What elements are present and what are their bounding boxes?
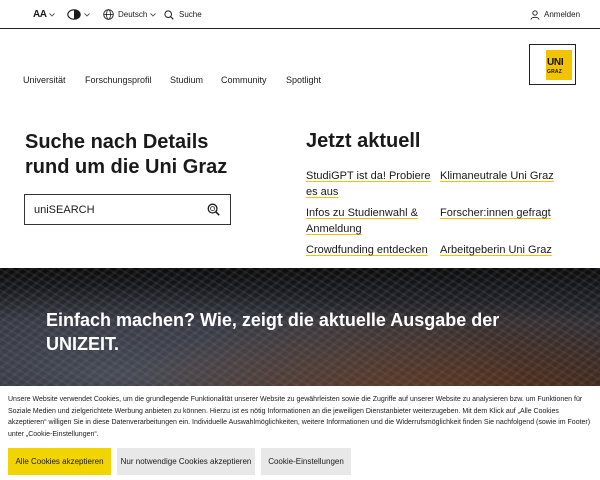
- nav-item-spotlight[interactable]: Spotlight: [286, 75, 321, 85]
- chevron-down-icon: [49, 12, 56, 17]
- font-size-label: AA: [33, 9, 47, 20]
- nav-item-studium[interactable]: Studium: [170, 75, 203, 85]
- news-link-forscher[interactable]: Forscher:innen gefragt: [440, 205, 570, 221]
- uni-graz-logo[interactable]: UNI GRAZ: [529, 44, 576, 85]
- unisearch-input[interactable]: uniSEARCH: [24, 194, 231, 225]
- news-link-arbeitgeberin[interactable]: Arbeitgeberin Uni Graz: [440, 242, 570, 258]
- news-heading: Jetzt aktuell: [306, 130, 421, 152]
- top-bar: AA Deutsch Suche Anmelden: [0, 0, 600, 29]
- accept-all-cookies-button[interactable]: Alle Cookies akzeptieren: [8, 448, 111, 475]
- logo-mark: UNI GRAZ: [546, 50, 572, 80]
- contrast-control[interactable]: [67, 0, 90, 29]
- cookie-text: Unsere Website verwendet Cookies, um die…: [8, 396, 591, 438]
- chevron-down-icon: [84, 12, 90, 17]
- search-link-label: Suche: [179, 10, 202, 19]
- search-icon[interactable]: [207, 203, 220, 216]
- main-navigation: Universität Forschungsprofil Studium Com…: [0, 72, 520, 90]
- logo-graz-text: GRAZ: [547, 69, 562, 75]
- cookie-settings-button[interactable]: Cookie-Einstellungen: [261, 448, 351, 475]
- nav-item-universitaet[interactable]: Universität: [23, 75, 66, 85]
- login-link[interactable]: Anmelden: [530, 0, 580, 29]
- unisearch-label: uniSEARCH: [34, 204, 95, 216]
- logo-uni-text: UNI: [547, 57, 564, 68]
- hero-banner[interactable]: Einfach machen? Wie, zeigt die aktuelle …: [0, 268, 600, 388]
- cookie-banner: Unsere Website verwendet Cookies, um die…: [0, 386, 600, 480]
- globe-icon: [103, 9, 114, 20]
- font-size-control[interactable]: AA: [33, 0, 56, 29]
- news-link-klimaneutral[interactable]: Klimaneutrale Uni Graz: [440, 168, 570, 184]
- language-selector[interactable]: Deutsch: [103, 0, 157, 29]
- accept-necessary-cookies-button[interactable]: Nur notwendige Cookies akzeptieren: [117, 448, 255, 475]
- hero-caption: Einfach machen? Wie, zeigt die aktuelle …: [46, 310, 500, 354]
- chevron-down-icon: [150, 12, 157, 17]
- contrast-icon: [67, 9, 81, 20]
- nav-item-forschungsprofil[interactable]: Forschungsprofil: [85, 75, 152, 85]
- login-label: Anmelden: [544, 10, 581, 19]
- news-link-studienwahl[interactable]: Infos zu Studienwahl & Anmeldung: [306, 205, 431, 237]
- language-label: Deutsch: [118, 10, 148, 19]
- news-link-studigpt[interactable]: StudiGPT ist da! Probiere es aus: [306, 168, 431, 200]
- search-link[interactable]: Suche: [164, 0, 202, 29]
- search-heading: Suche nach Details rund um die Uni Graz: [25, 131, 228, 178]
- nav-item-community[interactable]: Community: [221, 75, 267, 85]
- search-icon: [164, 9, 174, 20]
- news-link-crowdfunding[interactable]: Crowdfunding entdecken: [306, 242, 431, 258]
- user-icon: [530, 9, 540, 20]
